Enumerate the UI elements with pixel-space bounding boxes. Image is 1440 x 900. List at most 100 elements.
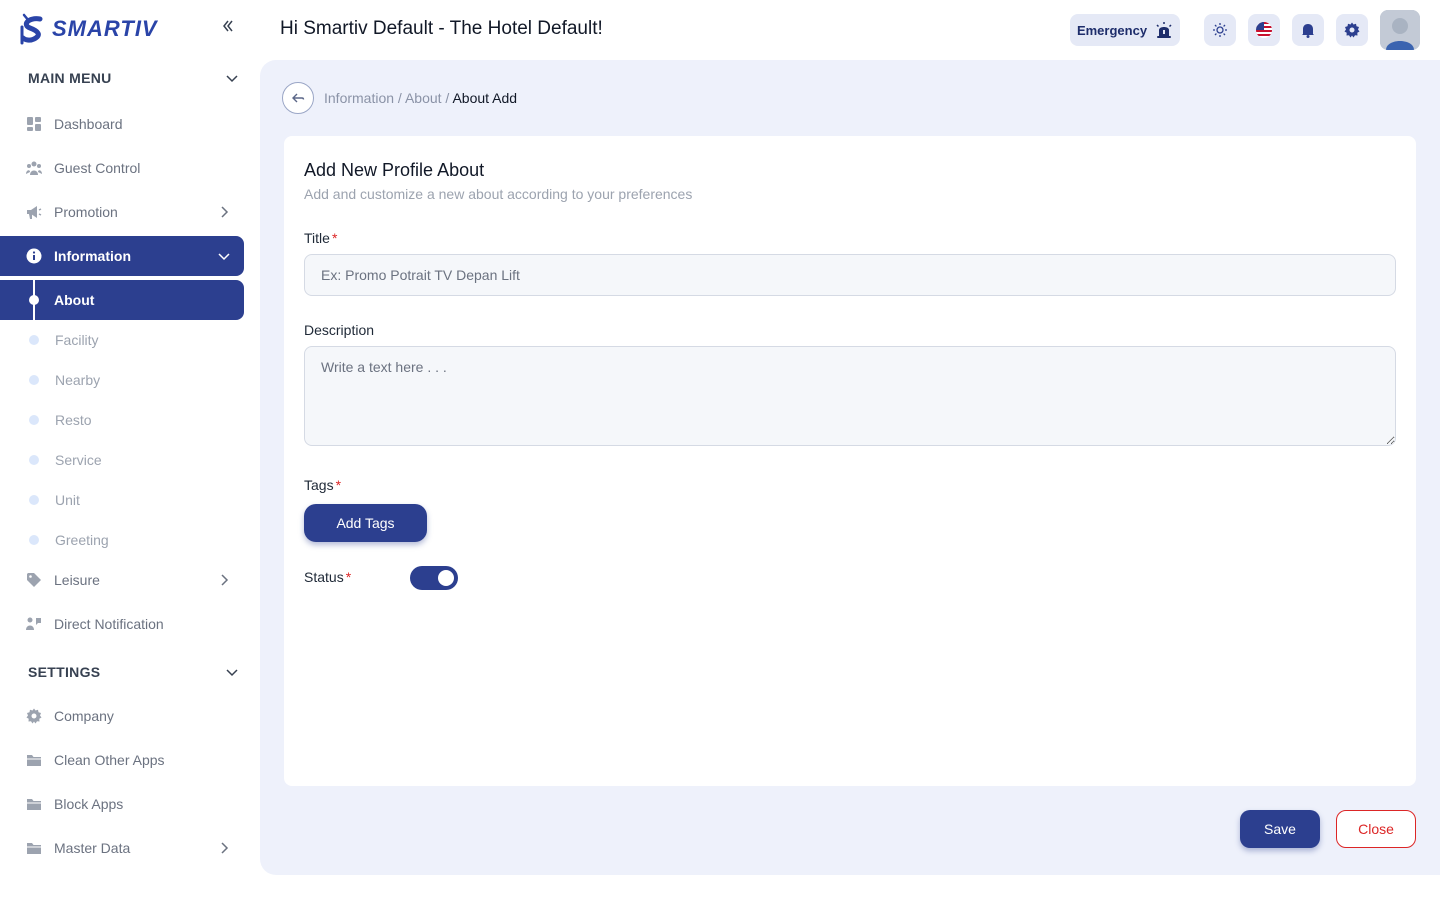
chevron-right-icon	[221, 574, 229, 586]
gear-icon	[1344, 22, 1360, 38]
language-button[interactable]	[1248, 14, 1280, 46]
sidebar-item-block-apps[interactable]: Block Apps	[0, 784, 244, 824]
sidebar-subitem-unit[interactable]: Unit	[0, 480, 244, 520]
sidebar-subitem-label: Greeting	[55, 532, 109, 548]
sidebar-item-label: Guest Control	[54, 160, 141, 176]
notifications-button[interactable]	[1292, 14, 1324, 46]
breadcrumb-current: About Add	[452, 90, 518, 106]
emergency-button[interactable]: Emergency	[1070, 14, 1180, 46]
form-card: Add New Profile About Add and customize …	[284, 136, 1416, 786]
folder-icon	[27, 799, 41, 810]
arrow-left-icon	[292, 93, 305, 103]
sidebar-subitem-label: Nearby	[55, 372, 101, 388]
breadcrumb-information[interactable]: Information /	[324, 90, 402, 106]
sidebar-item-clean-other-apps[interactable]: Clean Other Apps	[0, 740, 244, 780]
main-content: Information / About / About Add Add New …	[260, 60, 1440, 875]
page-greeting: Hi Smartiv Default - The Hotel Default!	[280, 18, 603, 39]
sidebar-subitem-service[interactable]: Service	[0, 440, 244, 480]
status-label-text: Status	[304, 569, 344, 585]
folder-icon	[27, 843, 41, 854]
us-flag-icon	[1256, 22, 1272, 38]
avatar[interactable]	[1380, 10, 1420, 50]
sidebar-item-label: Dashboard	[54, 116, 123, 132]
brand-logo[interactable]: SMARTIV	[20, 12, 158, 46]
title-input[interactable]	[304, 254, 1396, 296]
sidebar-item-label: Block Apps	[54, 796, 124, 812]
gear-icon	[26, 708, 42, 724]
sidebar-subitem-greeting[interactable]: Greeting	[0, 520, 244, 560]
user-avatar-icon	[1380, 10, 1420, 50]
sidebar-subitem-resto[interactable]: Resto	[0, 400, 244, 440]
dashboard-icon	[27, 117, 41, 131]
sidebar-subitem-nearby[interactable]: Nearby	[0, 360, 244, 400]
chevron-down-icon	[226, 75, 238, 83]
bullet-dot	[29, 455, 39, 465]
tags-label: Tags *	[304, 477, 341, 493]
emergency-label: Emergency	[1076, 22, 1148, 38]
sidebar-item-direct-notification[interactable]: Direct Notification	[0, 604, 244, 644]
chevron-right-icon	[221, 842, 229, 854]
required-mark: *	[335, 477, 342, 493]
sidebar-subitem-facility[interactable]: Facility	[0, 320, 244, 360]
settings-button[interactable]	[1336, 14, 1368, 46]
bullet-dot	[29, 375, 39, 385]
required-mark: *	[345, 569, 352, 585]
settings-title: SETTINGS	[28, 664, 101, 680]
status-label: Status *	[304, 569, 351, 585]
brand-name: SMARTIV	[52, 16, 158, 41]
sidebar-item-dashboard[interactable]: Dashboard	[0, 104, 244, 144]
sidebar-subitem-label: Resto	[55, 412, 92, 428]
tag-icon	[27, 573, 41, 587]
breadcrumb-about[interactable]: About /	[405, 90, 449, 106]
sidebar-subitem-label: About	[54, 292, 95, 308]
status-toggle[interactable]	[410, 566, 458, 590]
sidebar-subitem-about[interactable]: About	[0, 280, 244, 320]
smartiv-logo-icon	[20, 13, 43, 45]
chevron-down-icon	[226, 669, 238, 677]
sidebar-item-company[interactable]: Company	[0, 696, 244, 736]
sidebar-item-label: Company	[54, 708, 114, 724]
sidebar-item-label: Information	[54, 248, 131, 264]
sidebar-item-leisure[interactable]: Leisure	[0, 560, 244, 600]
main-menu-header[interactable]: MAIN MENU	[28, 66, 240, 90]
siren-icon	[1156, 22, 1172, 38]
description-textarea[interactable]	[304, 346, 1396, 446]
bullet-dot	[29, 495, 39, 505]
sidebar-item-label: Promotion	[54, 204, 118, 220]
breadcrumb: Information / About / About Add	[324, 90, 517, 106]
settings-header[interactable]: SETTINGS	[28, 660, 240, 684]
sun-icon	[1213, 23, 1227, 37]
notification-icon	[26, 617, 41, 630]
sidebar-item-promotion[interactable]: Promotion	[0, 192, 244, 232]
sidebar-item-label: Master Data	[54, 840, 131, 856]
description-label: Description	[304, 322, 375, 338]
sidebar-subitem-label: Service	[55, 452, 102, 468]
required-mark: *	[331, 230, 338, 246]
active-dot	[29, 295, 39, 305]
back-button[interactable]	[282, 82, 314, 114]
sidebar-item-label: Clean Other Apps	[54, 752, 165, 768]
sidebar-item-master-data[interactable]: Master Data	[0, 828, 244, 868]
form-subtitle: Add and customize a new about according …	[304, 186, 693, 202]
sidebar-subitem-label: Unit	[55, 492, 80, 508]
bullet-dot	[29, 335, 39, 345]
users-icon	[26, 161, 42, 175]
add-tags-button[interactable]: Add Tags	[304, 504, 427, 542]
save-button[interactable]: Save	[1240, 810, 1320, 848]
chevron-down-icon	[218, 253, 230, 261]
sidebar-item-label: Direct Notification	[54, 616, 164, 632]
folder-icon	[27, 755, 41, 766]
close-button[interactable]: Close	[1336, 810, 1416, 848]
theme-toggle-button[interactable]	[1204, 14, 1236, 46]
title-label-text: Title	[304, 230, 330, 246]
chevron-right-icon	[221, 206, 229, 218]
sidebar-item-label: Leisure	[54, 572, 100, 588]
main-menu-title: MAIN MENU	[28, 70, 112, 86]
megaphone-icon	[27, 206, 42, 219]
bell-icon	[1302, 24, 1314, 38]
sidebar-item-guest-control[interactable]: Guest Control	[0, 148, 244, 188]
info-icon	[26, 248, 42, 264]
sidebar-item-information[interactable]: Information	[0, 236, 244, 276]
title-label: Title *	[304, 230, 337, 246]
collapse-sidebar-button[interactable]	[218, 18, 238, 38]
